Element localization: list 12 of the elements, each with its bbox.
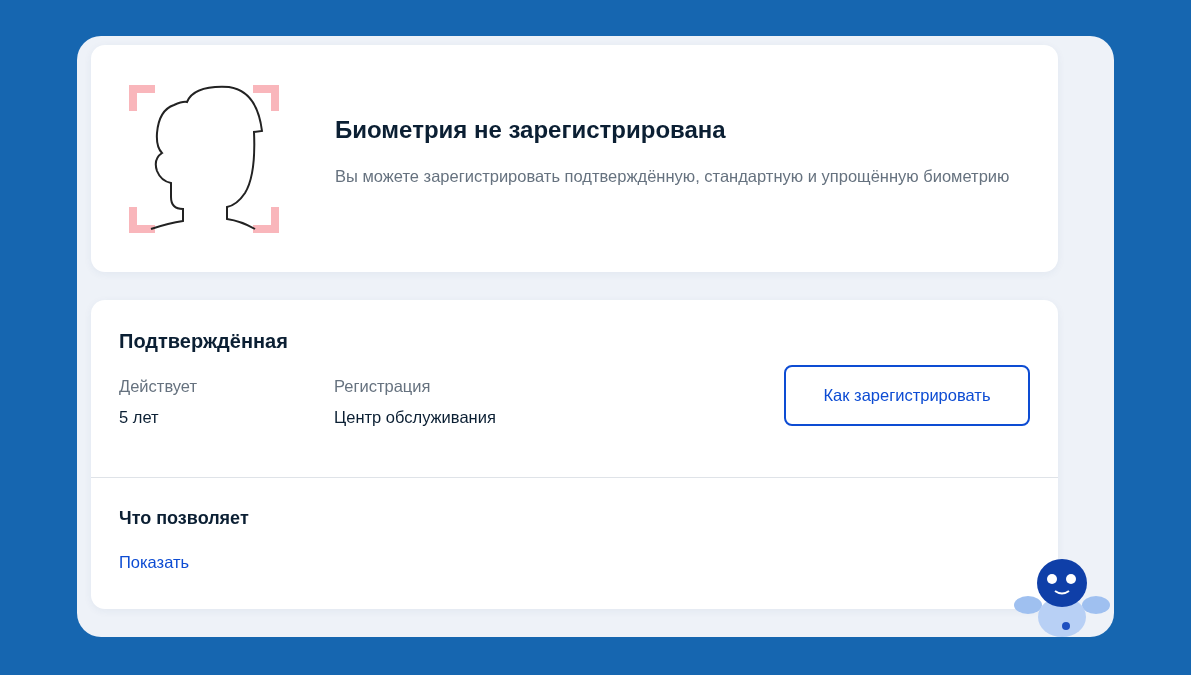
- field-label: Действует: [119, 377, 199, 396]
- biometry-type-title: Подтверждённая: [119, 330, 289, 353]
- show-link[interactable]: Показать: [119, 553, 190, 571]
- status-title: Биометрия не зарегистрирована: [335, 115, 727, 144]
- field-label: Регистрация: [334, 377, 432, 396]
- robot-assistant-icon[interactable]: [1014, 559, 1110, 637]
- face-scan-icon: [129, 84, 279, 233]
- section-title: Что позволяет: [119, 508, 250, 529]
- how-to-register-button[interactable]: Как зарегистрировать: [784, 365, 1030, 426]
- status-description: Вы можете зарегистрировать подтверждённую, стандартную и упрощённую биометрию: [335, 165, 1010, 187]
- field-value: Центр обслуживания: [334, 408, 497, 427]
- field-value: 5 лет: [119, 408, 160, 427]
